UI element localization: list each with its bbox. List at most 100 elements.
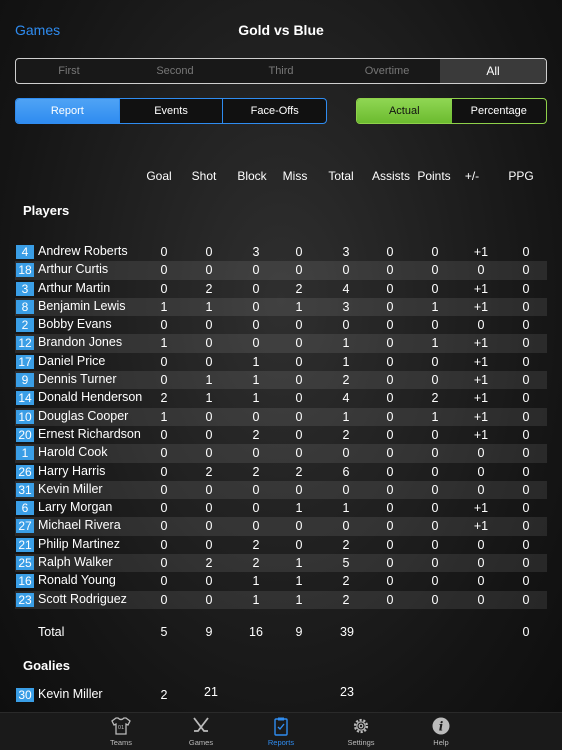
tab-bar: 01 Teams Games Reports Settings i Help <box>0 712 562 750</box>
player-row[interactable]: 25 Ralph Walker 0 2 2 1 5 0 0 0 0 <box>15 554 547 573</box>
player-row[interactable]: 2 Bobby Evans 0 0 0 0 0 0 0 0 0 <box>15 316 547 334</box>
jersey-number-badge: 2 <box>16 318 34 333</box>
period-third-segment[interactable]: Third <box>228 59 334 83</box>
stat-assists: 0 <box>386 592 394 607</box>
stat-assists: 0 <box>386 427 394 442</box>
stat-ppg: 0 <box>522 245 530 259</box>
stat-goal: 0 <box>160 519 168 534</box>
jersey-number-badge: 1 <box>16 446 34 461</box>
stat-total: 0 <box>342 519 350 534</box>
jersey-number-badge: 21 <box>16 537 34 552</box>
stat-points: 0 <box>431 592 439 607</box>
view-segmented-control: Report Events Face-Offs <box>15 98 327 124</box>
stat-shot: 0 <box>205 263 213 278</box>
actual-segment[interactable]: Actual <box>357 99 452 123</box>
tab-help[interactable]: i Help <box>401 713 481 750</box>
stat-block: 0 <box>252 336 260 351</box>
player-row[interactable]: 8 Benjamin Lewis 1 1 0 1 3 0 1 +1 0 <box>15 297 547 317</box>
player-row[interactable]: 12 Brandon Jones 1 0 0 0 1 0 1 +1 0 <box>15 334 547 353</box>
stat-block: 2 <box>252 427 260 442</box>
jersey-number-badge: 23 <box>16 592 34 607</box>
period-first-segment[interactable]: First <box>16 59 122 83</box>
period-overtime-segment[interactable]: Overtime <box>334 59 440 83</box>
player-row[interactable]: 14 Donald Henderson 2 1 1 0 4 0 2 +1 0 <box>15 389 547 407</box>
player-name: Ernest Richardson <box>38 426 141 441</box>
stat-shot: 0 <box>205 482 213 497</box>
percentage-segment[interactable]: Percentage <box>452 99 547 123</box>
stat-shot: 2 <box>205 281 213 296</box>
player-row[interactable]: 9 Dennis Turner 0 1 1 0 2 0 0 +1 0 <box>15 371 547 390</box>
stat-total: 2 <box>342 537 350 552</box>
stat-goal: 1 <box>160 299 168 314</box>
player-name: Donald Henderson <box>38 390 143 405</box>
player-row[interactable]: 18 Arthur Curtis 0 0 0 0 0 0 0 0 0 <box>15 261 547 280</box>
player-row[interactable]: 17 Daniel Price 0 0 1 0 1 0 0 +1 0 <box>15 353 547 371</box>
jersey-number-badge: 18 <box>16 263 34 278</box>
stat-block: 3 <box>252 245 260 259</box>
stat-miss: 2 <box>295 464 303 479</box>
report-segment[interactable]: Report <box>16 99 120 123</box>
stat-plus-minus: +1 <box>473 501 489 516</box>
stat-total: 0 <box>342 263 350 278</box>
tab-label-settings: Settings <box>347 738 375 747</box>
period-second-segment[interactable]: Second <box>122 59 228 83</box>
goalie-row[interactable]: 30 Kevin Miller 2 21 23 <box>15 685 547 704</box>
stat-block: 0 <box>252 519 260 534</box>
stat-ppg: 0 <box>522 574 530 589</box>
stat-goal: 0 <box>160 574 168 589</box>
period-all-segment[interactable]: All <box>440 59 546 83</box>
stat-miss: 0 <box>295 391 303 406</box>
stat-shot: 1 <box>205 373 213 388</box>
jersey-number-badge: 17 <box>16 354 34 369</box>
stat-goal: 0 <box>160 318 168 333</box>
stat-ppg: 0 <box>522 427 530 442</box>
player-name: Larry Morgan <box>38 500 113 515</box>
stat-plus-minus: +1 <box>473 281 489 296</box>
tab-teams[interactable]: 01 Teams <box>81 713 161 750</box>
goalie-goal: 2 <box>160 688 168 702</box>
player-row[interactable]: 27 Michael Rivera 0 0 0 0 0 0 0 +1 0 <box>15 517 547 536</box>
tab-reports[interactable]: Reports <box>241 713 321 750</box>
stat-total: 2 <box>342 427 350 442</box>
player-row[interactable]: 16 Ronald Young 0 0 1 1 2 0 0 0 0 <box>15 572 547 590</box>
events-segment[interactable]: Events <box>120 99 224 123</box>
player-row[interactable]: 26 Harry Harris 0 2 2 2 6 0 0 0 0 <box>15 463 547 481</box>
tab-settings[interactable]: Settings <box>321 713 401 750</box>
player-name: Andrew Roberts <box>38 244 128 258</box>
stat-miss: 0 <box>295 354 303 369</box>
player-row[interactable]: 3 Arthur Martin 0 2 0 2 4 0 0 +1 0 <box>15 280 547 298</box>
stat-goal: 0 <box>160 354 168 369</box>
tab-games[interactable]: Games <box>161 713 241 750</box>
total-shot: 9 <box>205 625 213 639</box>
stat-goal: 2 <box>160 391 168 406</box>
stat-points: 1 <box>431 299 439 314</box>
stat-ppg: 0 <box>522 336 530 351</box>
stat-points: 0 <box>431 482 439 497</box>
player-row[interactable]: 6 Larry Morgan 0 0 0 1 1 0 0 +1 0 <box>15 499 547 517</box>
player-row[interactable]: 4 Andrew Roberts 0 0 3 0 3 0 0 +1 0 <box>15 243 547 261</box>
stat-shot: 1 <box>205 391 213 406</box>
stat-block: 1 <box>252 373 260 388</box>
face-offs-segment[interactable]: Face-Offs <box>223 99 326 123</box>
player-row[interactable]: 21 Philip Martinez 0 0 2 0 2 0 0 0 0 <box>15 536 547 554</box>
stat-assists: 0 <box>386 318 394 333</box>
jersey-number-badge: 6 <box>16 501 34 516</box>
player-row[interactable]: 31 Kevin Miller 0 0 0 0 0 0 0 0 0 <box>15 480 547 500</box>
player-row[interactable]: 20 Ernest Richardson 0 0 2 0 2 0 0 +1 0 <box>15 426 547 444</box>
stat-assists: 0 <box>386 519 394 534</box>
stat-plus-minus: +1 <box>473 409 489 424</box>
stat-plus-minus: 0 <box>477 446 485 461</box>
stat-miss: 0 <box>295 446 303 461</box>
navigation-bar: Games Gold vs Blue <box>0 0 562 62</box>
stat-goal: 0 <box>160 427 168 442</box>
page-title: Gold vs Blue <box>238 22 324 38</box>
stat-goal: 0 <box>160 446 168 461</box>
player-row[interactable]: 10 Douglas Cooper 1 0 0 0 1 0 1 +1 0 <box>15 407 547 426</box>
player-row[interactable]: 1 Harold Cook 0 0 0 0 0 0 0 0 0 <box>15 444 547 463</box>
player-row[interactable]: 23 Scott Rodriguez 0 0 1 1 2 0 0 0 0 <box>15 590 547 609</box>
stat-points: 0 <box>431 373 439 388</box>
jersey-number-badge: 9 <box>16 373 34 388</box>
stat-goal: 1 <box>160 409 168 424</box>
stat-total: 2 <box>342 574 350 589</box>
stat-goal: 0 <box>160 464 168 479</box>
